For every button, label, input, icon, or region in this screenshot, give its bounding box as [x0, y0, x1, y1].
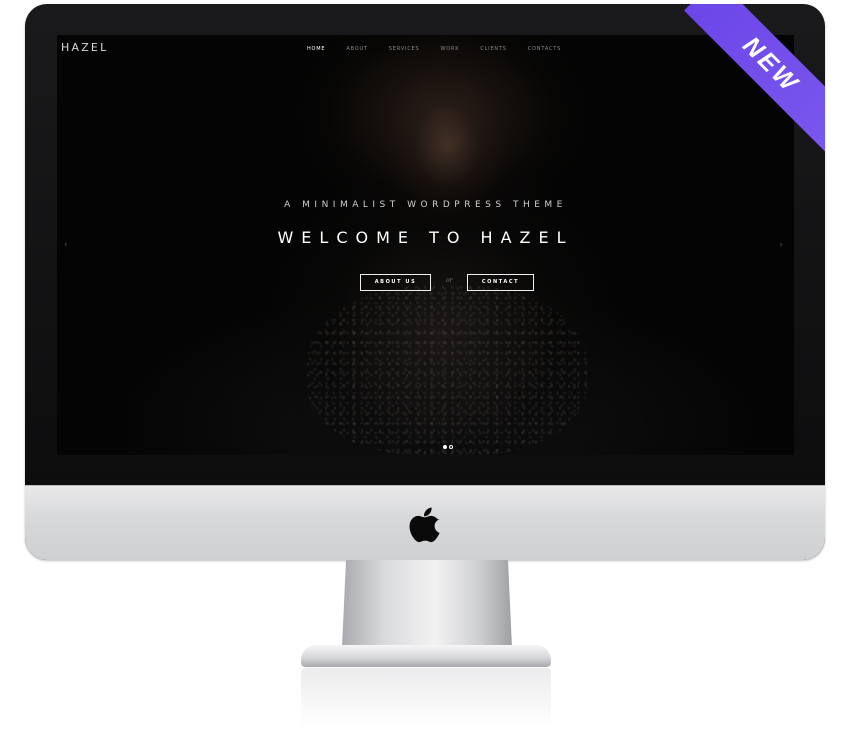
nav-item-services[interactable]: SERVICES [389, 46, 420, 52]
nav-item-work[interactable]: WORK [440, 46, 459, 52]
hero-title: WELCOME TO HAZEL [277, 228, 574, 247]
hero-photo-beard-detail [307, 285, 587, 455]
nav-item-contacts[interactable]: CONTACTS [528, 46, 561, 52]
product-mockup: HAZEL HOME ABOUT SERVICES WORK CLIENTS C… [0, 0, 850, 750]
contact-button[interactable]: CONTACT [467, 274, 534, 291]
button-separator: or [446, 277, 453, 284]
hero-subtitle: A MINIMALIST WORDPRESS THEME [284, 200, 567, 210]
nav-item-about[interactable]: ABOUT [346, 46, 367, 52]
stand-reflection [301, 668, 551, 728]
nav-item-home[interactable]: HOME [307, 46, 325, 52]
site-logo[interactable]: HAZEL [61, 41, 108, 54]
apple-logo-icon [409, 507, 440, 543]
about-us-button[interactable]: ABOUT US [360, 274, 431, 291]
slider-dot-active[interactable] [443, 445, 447, 449]
main-nav: HOME ABOUT SERVICES WORK CLIENTS CONTACT… [307, 46, 582, 52]
new-badge-container: NEW [665, 4, 825, 164]
monitor-stand-foot [301, 645, 551, 667]
slider-dot[interactable] [449, 445, 453, 449]
new-badge: NEW [684, 4, 825, 152]
monitor-chin [25, 485, 825, 560]
nav-item-clients[interactable]: CLIENTS [480, 46, 506, 52]
slider-pagination [443, 445, 453, 449]
imac-monitor: HAZEL HOME ABOUT SERVICES WORK CLIENTS C… [25, 4, 825, 560]
